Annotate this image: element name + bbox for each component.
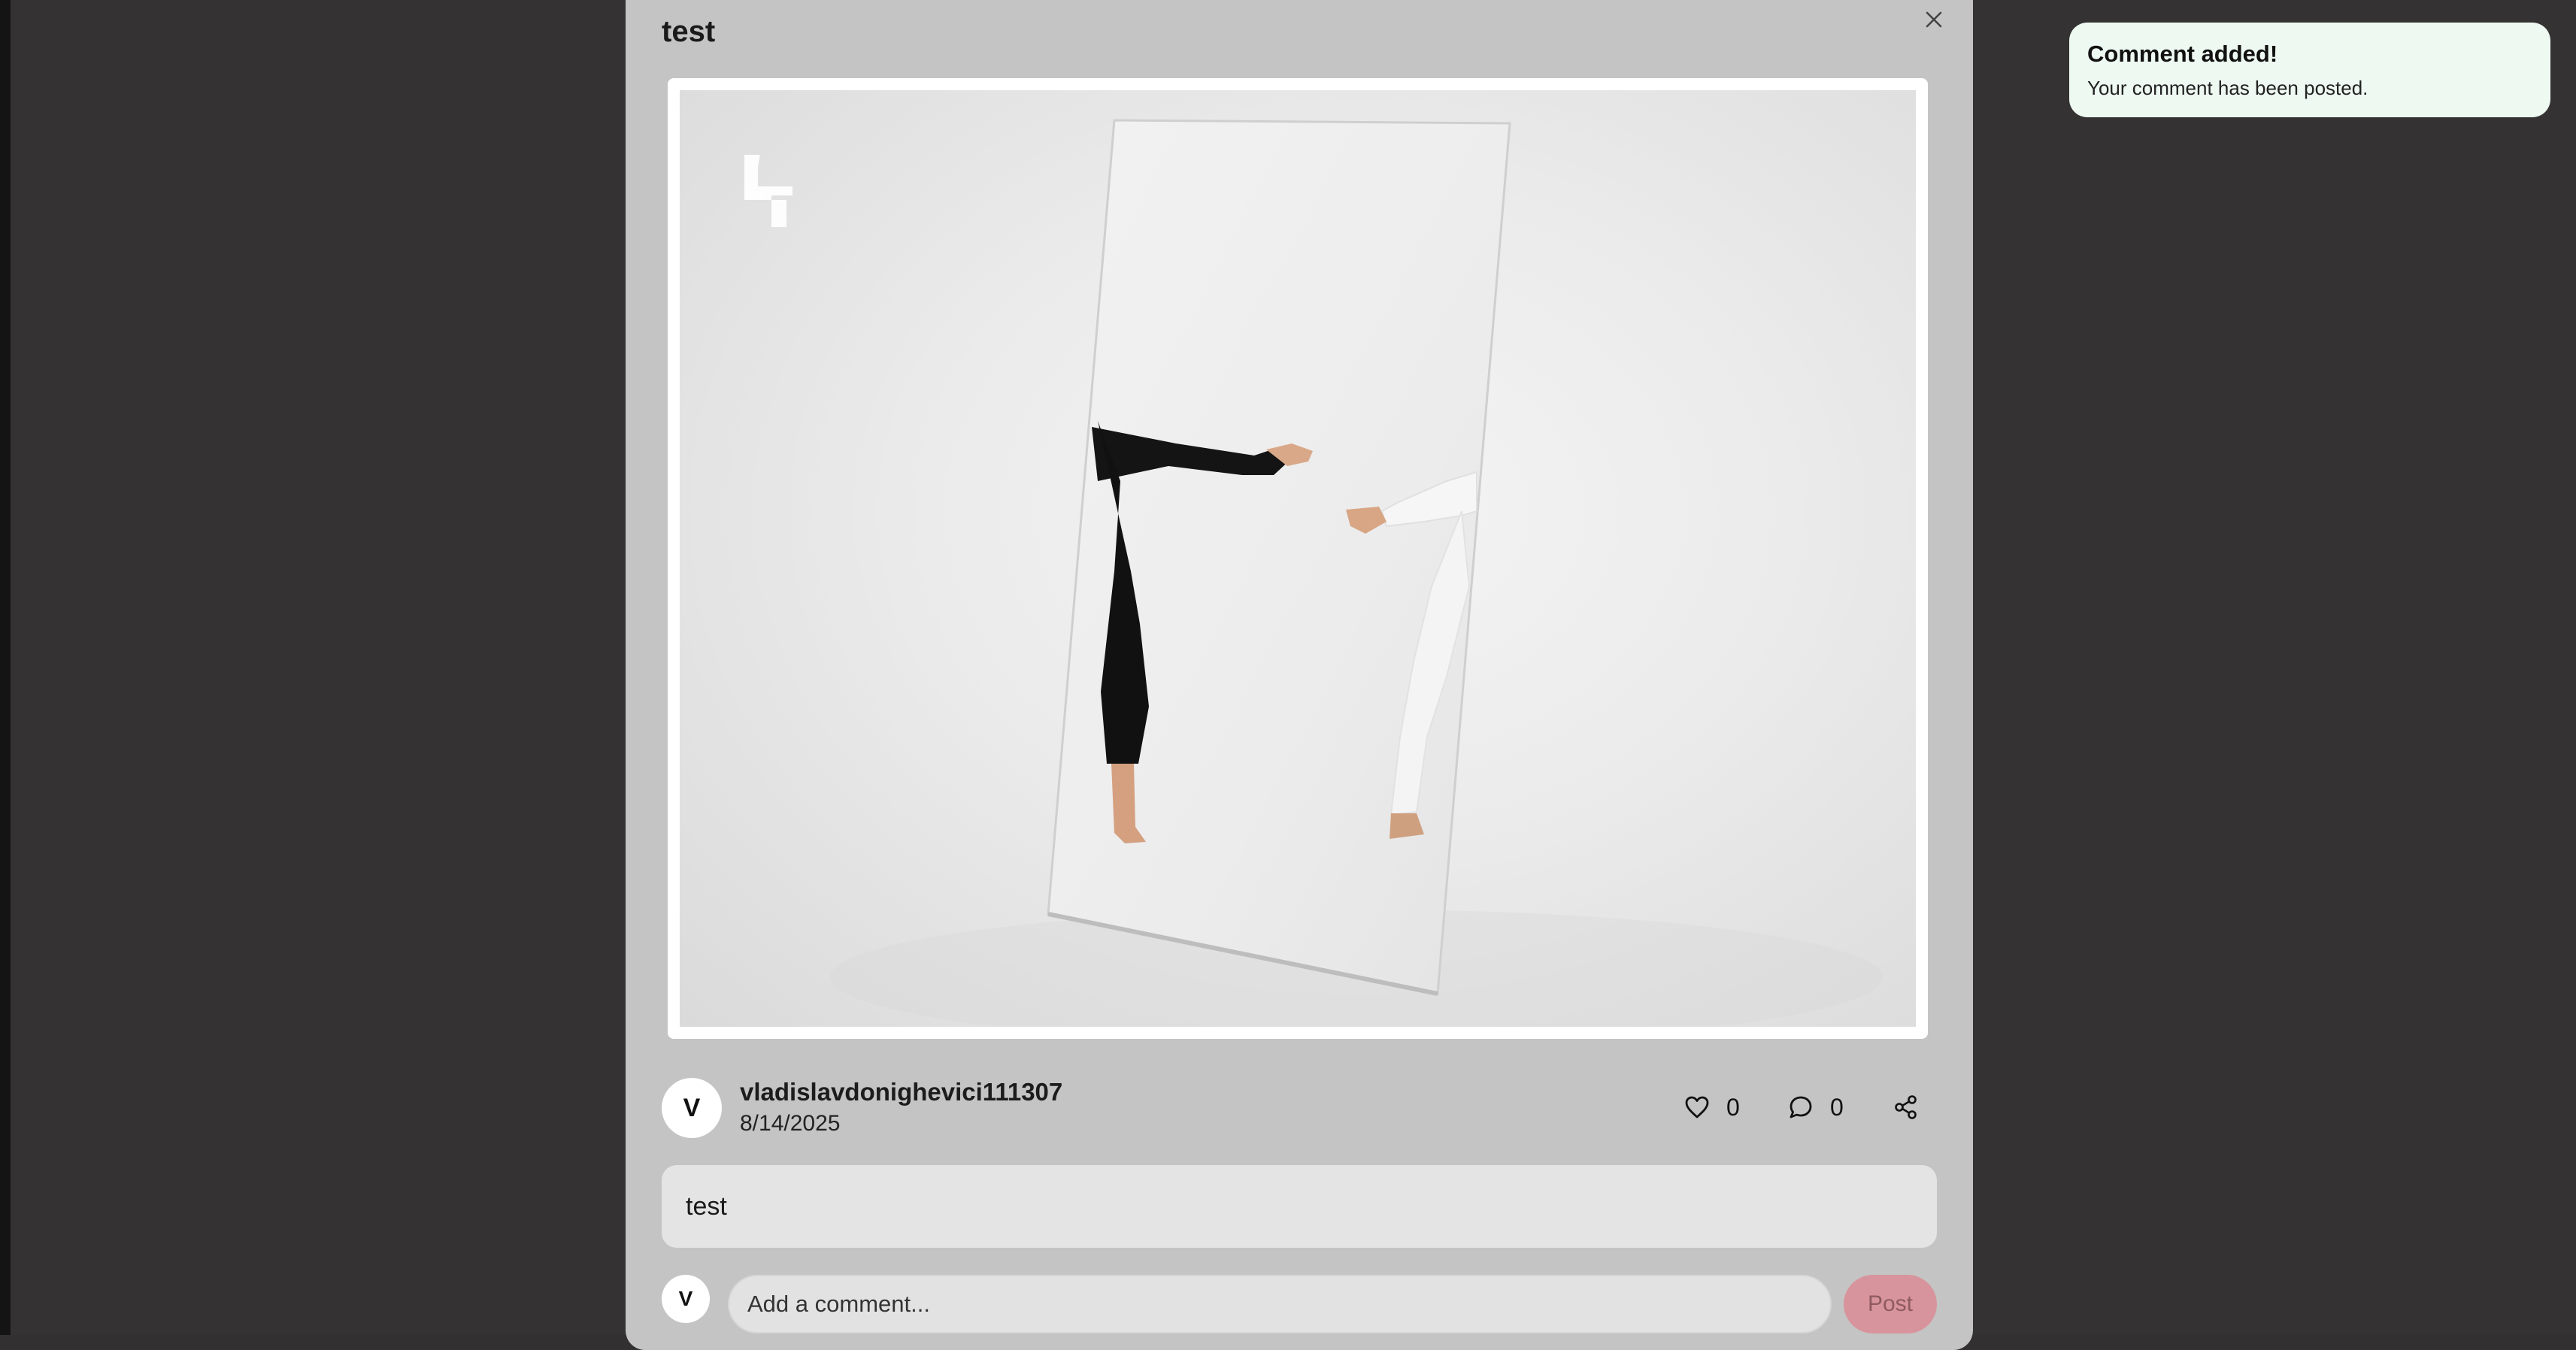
like-count: 0 — [1726, 1093, 1740, 1121]
comment-button[interactable]: 0 — [1788, 1088, 1844, 1126]
comment-bubble-icon — [1790, 1096, 1812, 1118]
post-date: 8/14/2025 — [740, 1111, 841, 1136]
like-button[interactable]: 0 — [1684, 1088, 1740, 1126]
close-button[interactable] — [1919, 5, 1949, 35]
toast-title: Comment added! — [2087, 41, 2278, 67]
window-edge — [0, 0, 11, 1335]
comment-input[interactable] — [728, 1275, 1832, 1333]
post-photo-illustration — [744, 119, 1883, 1027]
post-image-frame — [668, 78, 1928, 1039]
composer-avatar: V — [662, 1275, 710, 1323]
author-avatar[interactable]: V — [662, 1078, 722, 1138]
toast-notification: Comment added! Your comment has been pos… — [2069, 23, 2550, 117]
post-body: test — [662, 1165, 1937, 1248]
post-body-text: test — [686, 1191, 727, 1221]
comment-count: 0 — [1830, 1093, 1844, 1121]
heart-icon — [1685, 1096, 1709, 1118]
post-comment-button[interactable]: Post — [1844, 1275, 1937, 1333]
share-button[interactable] — [1893, 1088, 1919, 1126]
watermark-logo-icon — [744, 155, 792, 227]
modal-title: test — [662, 15, 716, 48]
author-username[interactable]: vladislavdonighevici111307 — [740, 1078, 1062, 1106]
toast-message: Your comment has been posted. — [2087, 77, 2368, 99]
post-image[interactable] — [680, 90, 1916, 1027]
post-modal: test V vladislavdonighevici111307 8/14/2… — [626, 0, 1973, 1350]
share-icon — [1895, 1095, 1917, 1119]
close-icon — [1926, 11, 1942, 28]
